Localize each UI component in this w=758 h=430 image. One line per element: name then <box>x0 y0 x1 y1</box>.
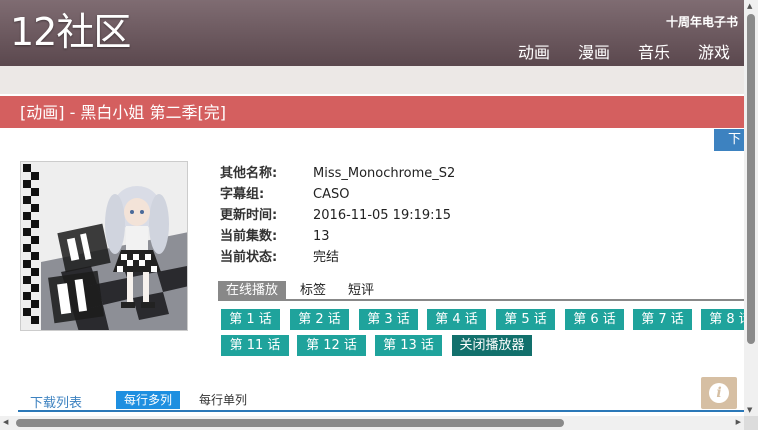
nav-music[interactable]: 音乐 <box>638 39 670 63</box>
episode-button[interactable]: 第 13 话 <box>375 335 442 356</box>
updated-value: 2016-11-05 19:19:15 <box>313 208 452 223</box>
status-label: 当前状态: <box>220 250 278 265</box>
vertical-scrollbar[interactable]: ▲ ▼ <box>744 0 758 416</box>
info-row-subgroup: 字幕组: CASO <box>220 184 455 205</box>
scroll-up-icon[interactable]: ▲ <box>747 2 752 10</box>
nav-manga[interactable]: 漫画 <box>578 39 610 63</box>
info-float-button[interactable]: i <box>701 377 737 409</box>
episodes-value: 13 <box>313 229 330 244</box>
scroll-right-icon[interactable]: ▶ <box>736 418 741 426</box>
anime-info: 其他名称: Miss_Monochrome_S2 字幕组: CASO 更新时间:… <box>220 163 455 268</box>
main-nav: 动画 漫画 音乐 游戏 <box>518 39 730 63</box>
alt-name-label: 其他名称: <box>220 166 278 181</box>
scroll-down-icon[interactable]: ▼ <box>747 406 752 414</box>
episode-list: 第 1 话 第 2 话 第 3 话 第 4 话 第 5 话 第 6 话 第 7 … <box>221 309 744 357</box>
episode-button[interactable]: 第 7 话 <box>633 309 692 330</box>
horizontal-scrollbar[interactable]: ◀ ▶ <box>0 416 744 430</box>
info-row-alt-name: 其他名称: Miss_Monochrome_S2 <box>220 163 455 184</box>
tab-online-play[interactable]: 在线播放 <box>218 281 287 299</box>
download-tab[interactable]: 下 <box>714 129 744 151</box>
subgroup-value: CASO <box>313 187 350 202</box>
cover-image <box>20 161 188 331</box>
info-icon: i <box>709 383 729 403</box>
download-list-title[interactable]: 下载列表 <box>30 392 82 411</box>
horizontal-scroll-thumb[interactable] <box>16 419 564 427</box>
sub-bar <box>0 66 744 94</box>
tab-tags[interactable]: 标签 <box>292 281 334 299</box>
episode-button[interactable]: 第 12 话 <box>297 335 366 356</box>
alt-name-value: Miss_Monochrome_S2 <box>313 166 456 181</box>
episode-button[interactable]: 第 2 话 <box>290 309 349 330</box>
episode-button[interactable]: 第 1 话 <box>221 309 280 330</box>
episode-button[interactable]: 第 6 话 <box>565 309 624 330</box>
view-multi-column-button[interactable]: 每行多列 <box>116 391 181 409</box>
site-logo[interactable]: 12社区 <box>10 10 131 54</box>
tab-short-reviews[interactable]: 短评 <box>340 281 382 299</box>
page-title: [动画] - 黑白小姐 第二季[完] <box>0 96 744 128</box>
scrollbar-corner <box>744 416 758 430</box>
site-header: 12社区 十周年电子书 动画 漫画 音乐 游戏 <box>0 0 744 66</box>
vertical-scroll-thumb[interactable] <box>747 14 755 344</box>
episode-button[interactable]: 第 4 话 <box>427 309 486 330</box>
info-row-episodes: 当前集数: 13 <box>220 226 455 247</box>
nav-anime[interactable]: 动画 <box>518 39 550 63</box>
nav-games[interactable]: 游戏 <box>698 39 730 63</box>
episode-button[interactable]: 第 8 话 <box>701 309 744 330</box>
info-row-updated: 更新时间: 2016-11-05 19:19:15 <box>220 205 455 226</box>
content-tabs: 在线播放 标签 短评 <box>218 281 744 301</box>
info-row-status: 当前状态: 完结 <box>220 247 455 268</box>
episode-button[interactable]: 第 5 话 <box>496 309 555 330</box>
episode-button[interactable]: 第 11 话 <box>221 335 289 356</box>
download-list-divider <box>18 410 744 412</box>
episode-button[interactable]: 第 3 话 <box>359 309 418 330</box>
anniversary-ebook-link[interactable]: 十周年电子书 <box>666 13 738 30</box>
episodes-label: 当前集数: <box>220 229 278 244</box>
cover-art <box>21 162 187 330</box>
close-player-button[interactable]: 关闭播放器 <box>452 335 532 356</box>
subgroup-label: 字幕组: <box>220 187 265 202</box>
status-value: 完结 <box>313 250 340 265</box>
view-single-column-button[interactable]: 每行单列 <box>191 391 255 409</box>
scroll-left-icon[interactable]: ◀ <box>3 418 8 426</box>
updated-label: 更新时间: <box>220 208 278 223</box>
